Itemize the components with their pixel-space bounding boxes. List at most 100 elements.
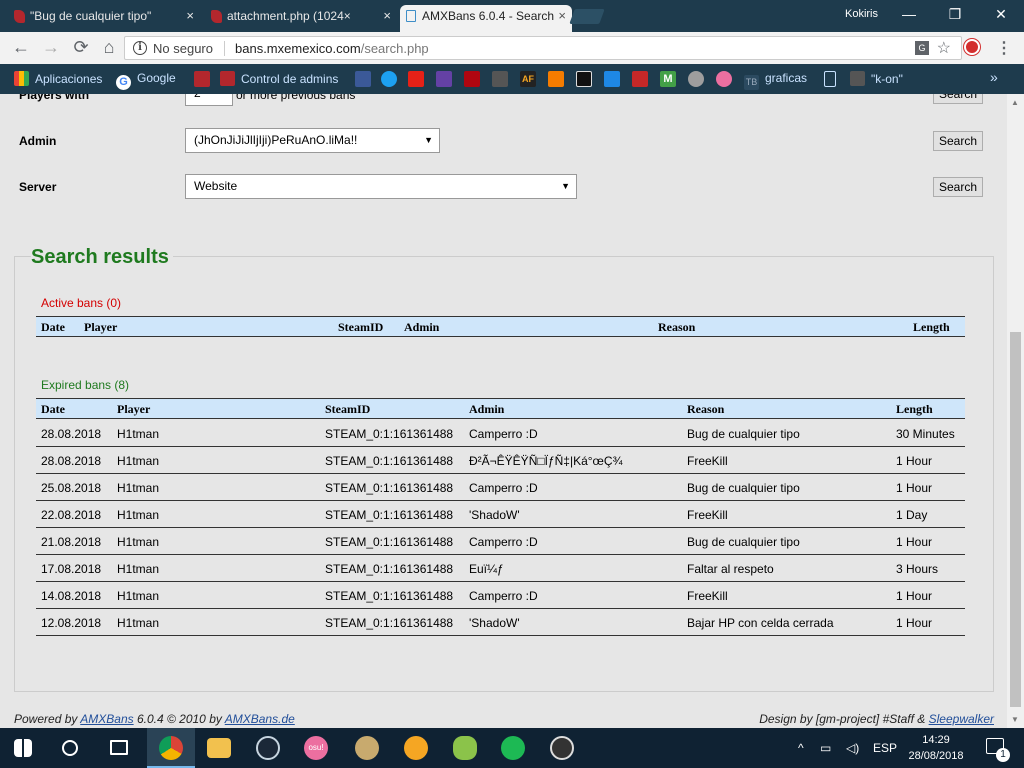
amxbans-link[interactable]: AMXBans [80, 712, 133, 726]
netflix-icon[interactable] [464, 71, 480, 87]
table-row[interactable]: 25.08.2018 H1tman STEAM_0:1:161361488 Ca… [36, 474, 965, 501]
scrollbar-thumb[interactable] [1010, 332, 1021, 707]
bookmark-favicon-icon[interactable] [604, 71, 620, 87]
menu-dots-icon[interactable]: ⋮ [996, 38, 1012, 58]
search-button-admin[interactable]: Search [933, 131, 983, 151]
close-icon[interactable]: × [558, 5, 566, 27]
bookmark-favicon-icon[interactable] [492, 71, 508, 87]
col-length[interactable]: Length [913, 320, 950, 335]
search-button-server[interactable]: Search [933, 177, 983, 197]
col-reason[interactable]: Reason [687, 402, 724, 417]
bookmark-favicon-icon[interactable] [548, 71, 564, 87]
favicon-icon [211, 10, 222, 23]
search-button-players[interactable]: Search [933, 94, 983, 104]
back-arrow-icon[interactable]: ← [10, 38, 32, 58]
league-of-legends-icon[interactable] [355, 736, 379, 760]
table-row[interactable]: 14.08.2018 H1tman STEAM_0:1:161361488 Ca… [36, 582, 965, 609]
window-close-icon[interactable]: ✕ [978, 0, 1024, 30]
address-bar[interactable]: i No seguro bans.mxemexico.com/search.ph… [124, 36, 962, 60]
col-player[interactable]: Player [117, 402, 150, 417]
facebook-icon[interactable] [355, 71, 371, 87]
bookmark-apps[interactable]: Aplicaciones [14, 71, 102, 87]
info-icon[interactable]: i [133, 41, 147, 55]
osu-icon[interactable]: osu! [304, 736, 328, 760]
security-label[interactable]: No seguro [153, 41, 213, 56]
table-row[interactable]: 17.08.2018 H1tman STEAM_0:1:161361488 Eu… [36, 555, 965, 582]
col-steamid[interactable]: SteamID [338, 320, 383, 335]
col-steamid[interactable]: SteamID [325, 402, 370, 417]
task-view-icon[interactable] [110, 740, 128, 755]
bookmark-google[interactable]: G Google [116, 71, 176, 90]
gear-icon[interactable] [688, 71, 704, 87]
url-text[interactable]: bans.mxemexico.com/search.php [235, 41, 429, 56]
tab-bug-thread[interactable]: "Bug de cualquier tipo" × [8, 5, 200, 32]
col-admin[interactable]: Admin [404, 320, 439, 335]
twitch-icon[interactable] [436, 71, 452, 87]
page-icon[interactable] [824, 71, 836, 87]
col-length[interactable]: Length [896, 402, 933, 417]
col-reason[interactable]: Reason [658, 320, 695, 335]
table-row[interactable]: 22.08.2018 H1tman STEAM_0:1:161361488 'S… [36, 501, 965, 528]
language-indicator[interactable]: ESP [873, 741, 897, 755]
twitter-icon[interactable] [381, 71, 397, 87]
more-bookmarks-icon[interactable]: » [990, 69, 998, 85]
bookmark-favicon-icon[interactable] [576, 71, 592, 87]
page-scrollbar[interactable]: ▲ ▼ [1007, 94, 1024, 728]
maximize-icon[interactable]: ❐ [932, 0, 978, 30]
extension-icon[interactable] [964, 39, 980, 55]
bookmark-graficas[interactable]: TB graficas [744, 71, 807, 90]
system-clock[interactable]: 14:29 28/08/2018 [900, 732, 972, 764]
windows-start-icon[interactable] [14, 739, 32, 757]
tab-amxbans-search[interactable]: AMXBans 6.0.4 - Search × [400, 5, 572, 32]
cortana-icon[interactable] [62, 740, 78, 756]
admin-select[interactable]: (JhOnJiJiJlIjIji)PeRuAnO.liMa!! ▼ [185, 128, 440, 153]
col-date[interactable]: Date [41, 320, 65, 335]
profile-name[interactable]: Kokiris [845, 8, 878, 20]
spotify-icon[interactable] [501, 736, 525, 760]
page-icon [406, 10, 416, 22]
bookmark-m-icon[interactable]: M [660, 71, 676, 87]
scroll-up-icon[interactable]: ▲ [1011, 98, 1019, 107]
network-icon[interactable]: ▭ [820, 741, 831, 755]
youtube-icon[interactable] [408, 71, 424, 87]
volume-icon[interactable]: ◁) [846, 741, 859, 755]
forward-arrow-icon[interactable]: → [40, 38, 62, 58]
footer-design-by: Design by [gm-project] #Staff & Sleepwal… [759, 712, 994, 726]
osu-icon[interactable] [716, 71, 732, 87]
steam-icon[interactable] [256, 736, 280, 760]
scroll-down-icon[interactable]: ▼ [1011, 715, 1019, 724]
paint-icon[interactable] [453, 736, 477, 760]
minimize-icon[interactable]: — [886, 0, 932, 30]
bookmark-kon[interactable]: "k-on" [850, 71, 903, 87]
sleepwalker-link[interactable]: Sleepwalker [929, 712, 994, 726]
col-date[interactable]: Date [41, 402, 65, 417]
close-icon[interactable]: × [186, 5, 194, 27]
close-icon[interactable]: × [383, 5, 391, 27]
bookmark-star-icon[interactable]: ☆ [937, 38, 951, 58]
chrome-icon[interactable] [159, 736, 183, 760]
tab-attachment[interactable]: attachment.php (1024× × [205, 5, 397, 32]
home-icon[interactable]: ⌂ [98, 38, 120, 58]
new-tab-button[interactable] [569, 9, 605, 24]
table-row[interactable]: 12.08.2018 H1tman STEAM_0:1:161361488 'S… [36, 609, 965, 636]
reload-icon[interactable]: ⟳ [70, 38, 92, 58]
bookmark-favicon-icon[interactable] [632, 71, 648, 87]
file-explorer-icon[interactable] [207, 738, 231, 758]
bookmark-favicon-icon[interactable] [194, 71, 210, 87]
bookmark-control-admins[interactable]: Control de admins [220, 71, 338, 87]
cell-date: 22.08.2018 [41, 508, 102, 522]
table-row[interactable]: 21.08.2018 H1tman STEAM_0:1:161361488 Ca… [36, 528, 965, 555]
cell-player: H1tman [117, 562, 160, 576]
amxbans-site-link[interactable]: AMXBans.de [225, 712, 295, 726]
animeflv-icon[interactable]: AF [520, 71, 536, 87]
tray-chevron-icon[interactable]: ^ [798, 741, 804, 755]
counter-strike-icon[interactable] [404, 736, 428, 760]
server-select[interactable]: Website ▼ [185, 174, 577, 199]
translate-icon[interactable]: G [915, 41, 929, 55]
obs-icon[interactable] [550, 736, 574, 760]
col-player[interactable]: Player [84, 320, 117, 335]
table-row[interactable]: 28.08.2018 H1tman STEAM_0:1:161361488 Ð²… [36, 447, 965, 474]
table-row[interactable]: 28.08.2018 H1tman STEAM_0:1:161361488 Ca… [36, 420, 965, 447]
col-admin[interactable]: Admin [469, 402, 504, 417]
players-with-select[interactable]: 2 [185, 94, 233, 106]
